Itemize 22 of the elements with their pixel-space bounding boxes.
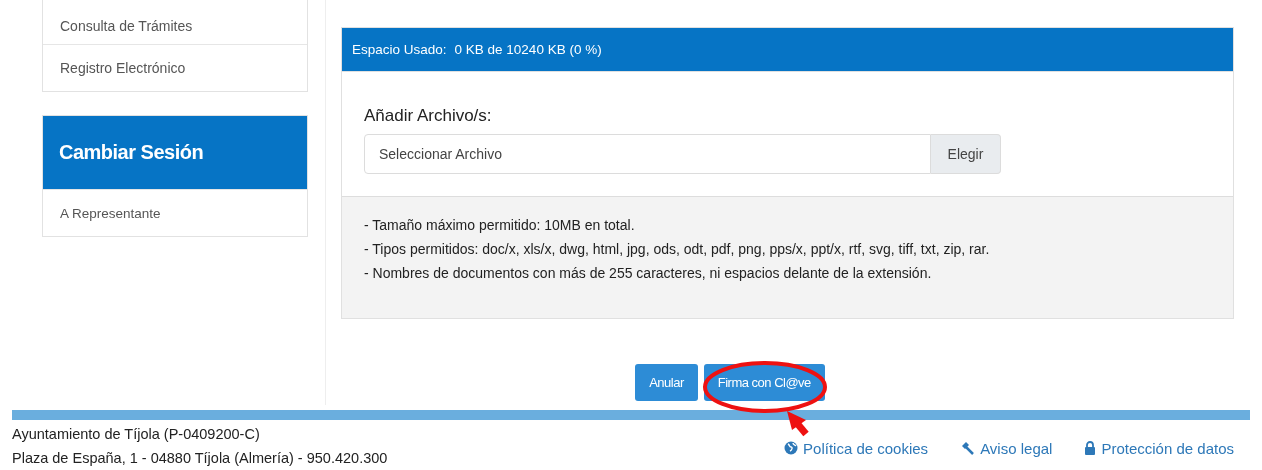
footer-link[interactable]: Aviso legal xyxy=(960,438,1053,458)
usage-label: Espacio Usado: xyxy=(352,42,447,57)
footer-text: Ayuntamiento de Tíjola (P-0409200-C) xyxy=(12,425,261,444)
footer-text: Plaza de España, 1 - 04880 Tíjola (Almería) - 950.420.300 xyxy=(12,449,388,468)
footer-link[interactable]: Política de cookies xyxy=(784,438,929,458)
note-text: - Nombres de documentos con más de 255 caracteres, ni espacios delante de la extensión. xyxy=(364,264,933,283)
sidebar-item[interactable]: A Representante xyxy=(43,189,307,236)
browse-button[interactable]: Elegir xyxy=(931,134,1001,174)
gavel-icon xyxy=(960,441,976,455)
sidebar-item[interactable]: Registro Electrónico xyxy=(43,44,307,91)
sidebar-item[interactable]: Consulta de Trámites xyxy=(43,0,307,44)
note-text: - Tamaño máximo permitido: 10MB en total. xyxy=(364,216,636,235)
lock-icon xyxy=(1084,441,1097,455)
session-title: Cambiar Sesión xyxy=(43,116,307,189)
note-text: - Tipos permitidos: doc/x, xls/x, dwg, html, jpg, ods, odt, pdf, png, pps/x, ppt/x, rtf, svg, tiff, txt, zip, rar. xyxy=(364,240,991,259)
field-label: Añadir Archivo/s: xyxy=(364,106,493,126)
usage-value: 0 KB de 10240 KB (0 %) xyxy=(454,42,602,57)
file-field[interactable]: Seleccionar Archivo xyxy=(364,134,931,174)
globe-icon xyxy=(784,441,799,455)
action-button[interactable]: Anular xyxy=(635,364,698,401)
footer-link[interactable]: Protección de datos xyxy=(1084,438,1234,458)
annotation-arrow xyxy=(787,411,809,437)
